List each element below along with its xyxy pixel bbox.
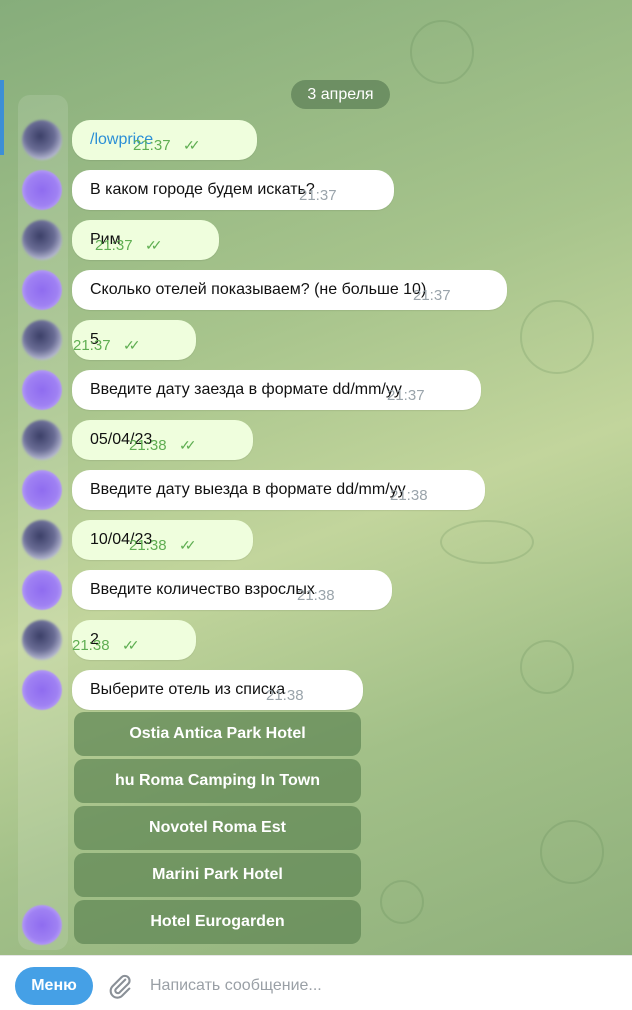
outgoing-message[interactable]: 5 21:37 ✓✓ [72,320,196,360]
hotel-option-button[interactable]: Hotel Eurogarden [74,900,361,944]
message-time: 21:38 [129,437,167,454]
doodle-decoration [520,640,574,694]
bot-avatar[interactable] [22,270,62,310]
doodle-decoration [520,300,594,374]
incoming-message[interactable]: Введите дату выезда в формате dd/mm/yy 21… [72,470,485,510]
message-time: 21:38 [297,587,335,604]
message-text: Введите дату выезда в формате dd/mm/yy [90,481,406,498]
bot-avatar[interactable] [22,905,62,945]
bot-avatar[interactable] [22,570,62,610]
message-time: 21:38 [72,637,110,654]
outgoing-message[interactable]: 05/04/23 21:38 ✓✓ [72,420,253,460]
message-input[interactable] [148,971,612,1001]
outgoing-message[interactable]: /lowprice 21:37 ✓✓ [72,120,257,160]
outgoing-message[interactable]: Рим 21:37 ✓✓ [72,220,219,260]
message-text: Сколько отелей показываем? (не больше 10… [90,281,427,298]
outgoing-message[interactable]: 2 21:38 ✓✓ [72,620,196,660]
doodle-decoration [540,820,604,884]
read-receipt-icon: ✓✓ [183,137,201,153]
bot-avatar[interactable] [22,470,62,510]
message-time: 21:38 [129,537,167,554]
outgoing-message[interactable]: 10/04/23 21:38 ✓✓ [72,520,253,560]
paperclip-icon[interactable] [106,972,134,1000]
message-time: 21:37 [73,337,111,354]
bot-avatar[interactable] [22,370,62,410]
message-time: 21:38 [266,687,304,704]
read-receipt-icon: ✓✓ [179,537,197,553]
date-separator: 3 апреля [291,80,390,109]
message-time: 21:37 [387,387,425,404]
hotel-option-button[interactable]: Marini Park Hotel [74,853,361,897]
composer-bar: Меню [0,955,632,1010]
user-avatar[interactable] [22,520,62,560]
menu-button[interactable]: Меню [15,967,93,1005]
message-time: 21:37 [95,237,133,254]
user-avatar[interactable] [22,420,62,460]
message-text: Введите дату заезда в формате dd/mm/yy [90,381,402,398]
message-time: 21:37 [133,137,171,154]
user-avatar[interactable] [22,220,62,260]
active-chat-indicator [0,80,4,155]
message-time: 21:37 [299,187,337,204]
user-avatar[interactable] [22,620,62,660]
read-receipt-icon: ✓✓ [122,637,140,653]
hotel-option-button[interactable]: hu Roma Camping In Town [74,759,361,803]
bot-avatar[interactable] [22,670,62,710]
user-avatar[interactable] [22,320,62,360]
read-receipt-icon: ✓✓ [179,437,197,453]
message-text: Введите количество взрослых [90,581,315,598]
hotel-option-button[interactable]: Ostia Antica Park Hotel [74,712,361,756]
doodle-decoration [410,20,474,84]
doodle-decoration [380,880,424,924]
message-time: 21:37 [413,287,451,304]
bot-avatar[interactable] [22,170,62,210]
read-receipt-icon: ✓✓ [123,337,141,353]
incoming-message[interactable]: Введите дату заезда в формате dd/mm/yy 21… [72,370,481,410]
incoming-message[interactable]: Сколько отелей показываем? (не больше 10… [72,270,507,310]
message-time: 21:38 [390,487,428,504]
read-receipt-icon: ✓✓ [145,237,163,253]
hotel-option-button[interactable]: Novotel Roma Est [74,806,361,850]
message-text: В каком городе будем искать? [90,181,315,198]
doodle-decoration [440,520,534,564]
incoming-message[interactable]: Введите количество взрослых 21:38 [72,570,392,610]
incoming-message[interactable]: В каком городе будем искать? 21:37 [72,170,394,210]
user-avatar[interactable] [22,120,62,160]
message-text: Выберите отель из списка [90,681,286,698]
incoming-message[interactable]: Выберите отель из списка 21:38 [72,670,363,710]
